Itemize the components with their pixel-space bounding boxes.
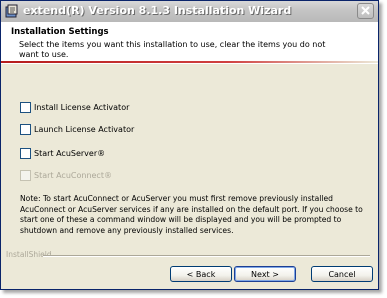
start-acuserver-checkbox[interactable] (20, 148, 31, 159)
option-label: Start AcuServer® (34, 149, 106, 158)
note-text: Note: To start AcuConnect or AcuServer y… (20, 194, 363, 235)
title-bar[interactable]: extend(R) Version 8.1.3 Installation Wiz… (1, 1, 378, 23)
next-button[interactable]: Next > (234, 266, 296, 282)
footer-separator (43, 255, 370, 257)
page-title: Installation Settings (11, 27, 109, 37)
back-button[interactable]: < Back (170, 266, 232, 282)
installer-window: extend(R) Version 8.1.3 Installation Wiz… (0, 0, 379, 290)
option-start-acuconnect: Start AcuConnect® (20, 170, 112, 182)
close-icon (361, 6, 370, 15)
option-start-acuserver[interactable]: Start AcuServer® (20, 148, 105, 160)
header-panel: Installation Settings Select the items y… (1, 22, 378, 61)
window-title: extend(R) Version 8.1.3 Installation Wiz… (23, 4, 292, 17)
option-label: Install License Activator (34, 103, 130, 112)
header-divider-highlight (1, 63, 378, 64)
install-license-activator-checkbox[interactable] (20, 102, 31, 113)
option-label: Start AcuConnect® (34, 171, 112, 180)
close-button[interactable] (357, 3, 374, 19)
option-launch-license-activator[interactable]: Launch License Activator (20, 124, 134, 136)
option-label: Launch License Activator (34, 125, 135, 134)
installer-app-icon (5, 4, 18, 18)
cancel-button[interactable]: Cancel (311, 266, 373, 282)
launch-license-activator-checkbox[interactable] (20, 124, 31, 135)
page-description: Select the items you want this installat… (19, 40, 326, 59)
start-acuconnect-checkbox (20, 170, 31, 181)
option-install-license-activator[interactable]: Install License Activator (20, 102, 129, 114)
